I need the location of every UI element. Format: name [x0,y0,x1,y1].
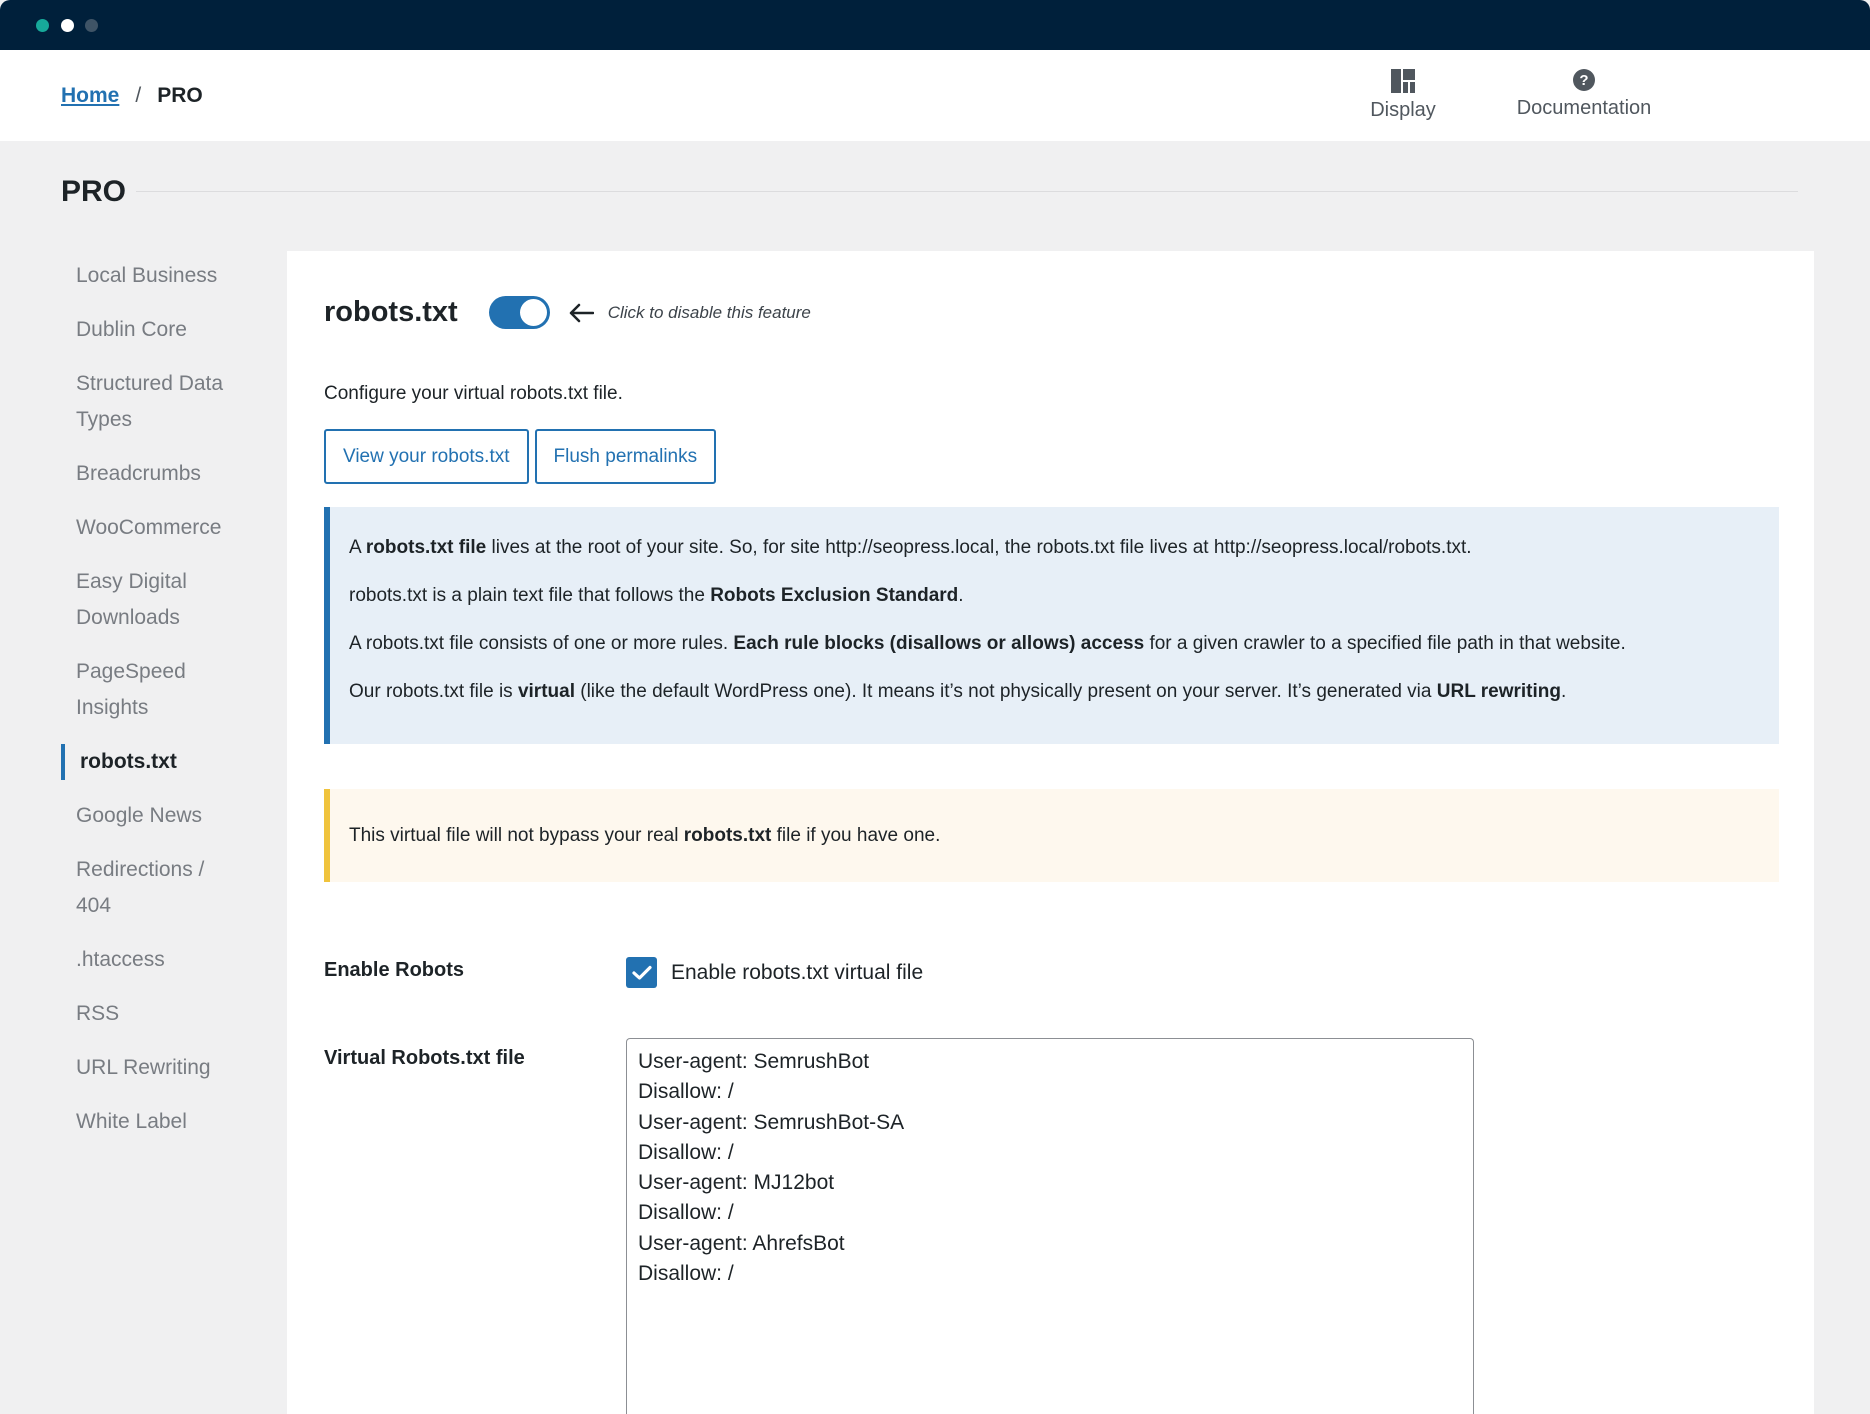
enable-robots-checkbox-label[interactable]: Enable robots.txt virtual file [671,961,923,985]
window-dot-icon[interactable] [85,19,98,32]
enable-robots-label: Enable Robots [324,959,465,981]
enable-robots-checkbox[interactable] [626,957,657,988]
virtual-robots-label: Virtual Robots.txt file [324,1047,525,1069]
warning-text: This virtual file will not bypass your r… [349,825,941,846]
sidebar-item-url-rewriting[interactable]: URL Rewriting [61,1050,236,1086]
feature-title: robots.txt [324,296,458,328]
checkmark-icon [631,965,652,980]
sidebar-item-local-business[interactable]: Local Business [61,258,236,294]
sidebar-nav: Local Business Dublin Core Structured Data… [61,258,281,1158]
warning-notice: This virtual file will not bypass your r… [324,789,1779,882]
toggle-hint: Click to disable this feature [607,302,811,322]
toggle-knob [519,299,547,326]
breadcrumb: Home / PRO [61,84,203,108]
sidebar-item-pagespeed-insights[interactable]: PageSpeed Insights [61,654,236,726]
window-dot-icon[interactable] [36,19,49,32]
sidebar-item-breadcrumbs[interactable]: Breadcrumbs [61,456,236,492]
sidebar-item-white-label[interactable]: White Label [61,1104,236,1140]
info-notice: A robots.txt file lives at the root of y… [324,507,1779,744]
help-icon: ? [1573,69,1595,91]
display-button[interactable]: Display [1368,68,1438,122]
page-title: PRO [61,175,127,208]
sidebar-item-structured-data-types[interactable]: Structured Data Types [61,366,236,438]
sidebar-item-robots-txt[interactable]: robots.txt [61,744,236,780]
title-divider [136,191,1798,192]
display-label: Display [1370,99,1436,121]
sidebar-item-dublin-core[interactable]: Dublin Core [61,312,236,348]
feature-toggle[interactable] [488,296,550,329]
enable-robots-field: Enable robots.txt virtual file [626,957,923,988]
breadcrumb-home-link[interactable]: Home [61,84,119,108]
top-header: Home / PRO Display ? Documentation [0,50,1870,141]
feature-actions: View your robots.txt Flush permalinks [324,429,717,484]
sidebar-item-htaccess[interactable]: .htaccess [61,942,236,978]
info-paragraph: robots.txt is a plain text file that fol… [349,585,964,606]
documentation-button[interactable]: ? Documentation [1510,68,1658,120]
sidebar-item-woocommerce[interactable]: WooCommerce [61,510,236,546]
window-dot-icon[interactable] [61,19,74,32]
svg-text:?: ? [1579,72,1588,89]
sidebar-item-rss[interactable]: RSS [61,996,236,1032]
info-paragraph: A robots.txt file consists of one or mor… [349,633,1626,654]
info-paragraph: Our robots.txt file is virtual (like the… [349,681,1567,702]
arrow-left-icon [569,303,594,322]
documentation-label: Documentation [1516,97,1652,119]
flush-permalinks-button[interactable]: Flush permalinks [534,429,717,484]
sidebar-item-easy-digital-downloads[interactable]: Easy Digital Downloads [61,564,236,636]
breadcrumb-separator: / [135,84,142,107]
feature-header: robots.txt Click to disable this feature [324,296,811,329]
breadcrumb-current: PRO [157,84,203,107]
settings-panel: robots.txt Click to disable this feature… [287,251,1814,1414]
sidebar-item-google-news[interactable]: Google News [61,798,236,834]
layout-icon [1391,69,1415,93]
window-titlebar [0,0,1870,50]
info-paragraph: A robots.txt file lives at the root of y… [349,537,1472,558]
virtual-robots-textarea[interactable] [626,1038,1474,1414]
sidebar-item-redirections-404[interactable]: Redirections / 404 [61,852,236,924]
view-robots-button[interactable]: View your robots.txt [324,429,529,484]
feature-description: Configure your virtual robots.txt file. [324,383,623,404]
